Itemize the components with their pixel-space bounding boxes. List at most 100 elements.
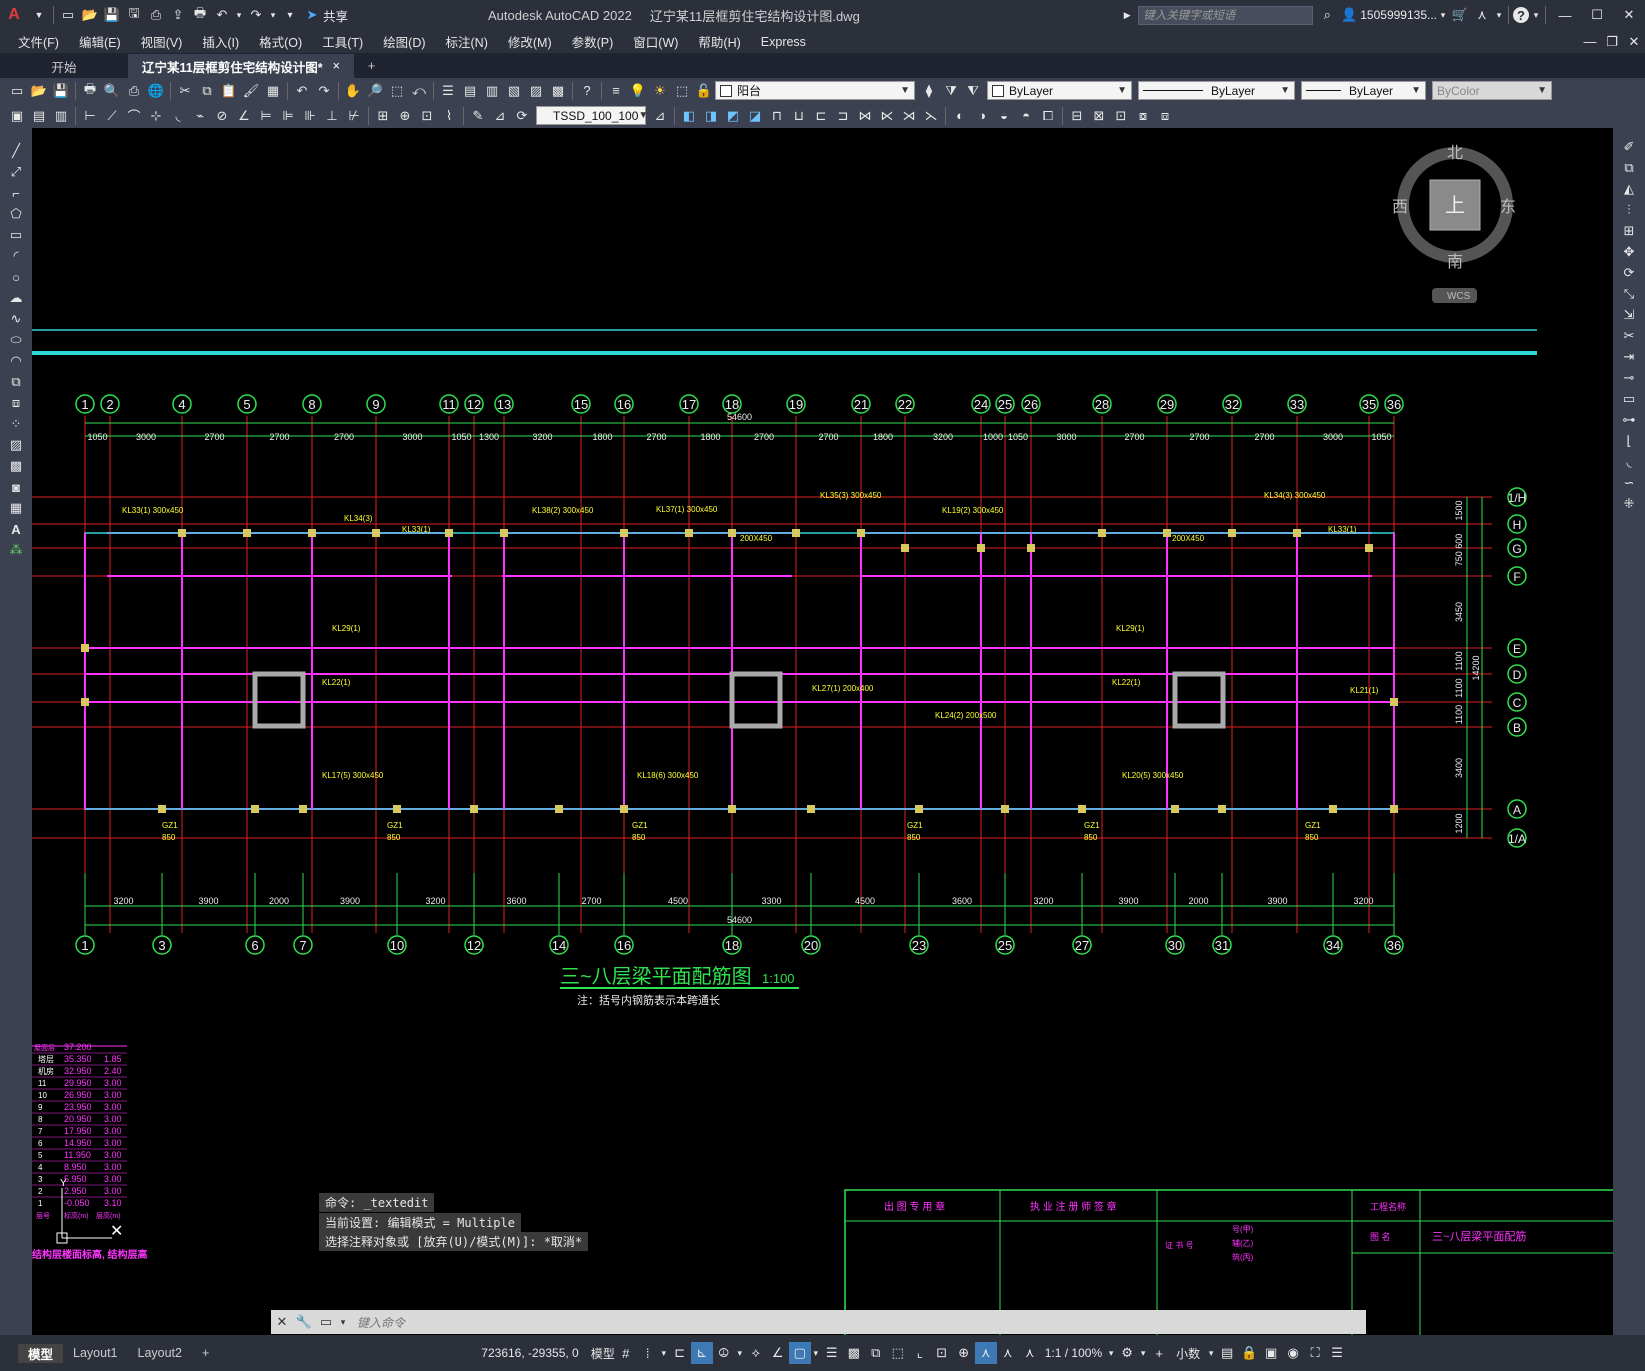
offset-icon[interactable]: ⫶: [1619, 201, 1639, 219]
tssd-18-icon[interactable]: ⊟: [1067, 107, 1087, 125]
tssd-15-icon[interactable]: ◒: [994, 107, 1014, 125]
tssd-14-icon[interactable]: ◑: [972, 107, 992, 125]
save-icon-2[interactable]: 💾: [51, 82, 71, 100]
break-icon[interactable]: ▭: [1619, 390, 1639, 408]
object-tracking-icon[interactable]: ∠: [767, 1342, 789, 1364]
dim-text-edit-icon[interactable]: ⊿: [490, 107, 510, 125]
hatch-icon[interactable]: ▨: [6, 436, 26, 454]
zoom-window-icon[interactable]: ⬚: [387, 82, 407, 100]
undo-icon[interactable]: ↶: [212, 6, 232, 24]
tssd-6-icon[interactable]: ⊔: [789, 107, 809, 125]
point-icon[interactable]: ⁘: [6, 415, 26, 433]
lock-icon[interactable]: 🔓: [694, 82, 714, 100]
explode-icon[interactable]: ⁜: [1619, 495, 1639, 513]
doc-close-icon[interactable]: ✕: [1624, 33, 1644, 51]
snap-icon[interactable]: ⁞: [637, 1342, 659, 1364]
cut-icon[interactable]: ✂: [175, 82, 195, 100]
linear-dim-icon[interactable]: ⊢: [80, 107, 100, 125]
menu-dimension[interactable]: 标注(N): [436, 32, 498, 51]
properties-icon[interactable]: ☰: [438, 82, 458, 100]
region-icon[interactable]: ◙: [6, 478, 26, 496]
quick-properties-icon[interactable]: ▤: [1216, 1342, 1238, 1364]
command-recent-icon[interactable]: ▭: [316, 1313, 336, 1331]
tab-close-icon[interactable]: ×: [333, 59, 340, 73]
chamfer-icon[interactable]: ⌊: [1619, 432, 1639, 450]
redo-icon-2[interactable]: ↷: [314, 82, 334, 100]
selection-cycling-icon[interactable]: ⧉: [865, 1342, 887, 1364]
add-icon[interactable]: +: [1148, 1342, 1170, 1364]
minimize-icon[interactable]: —: [1550, 6, 1580, 24]
tab-drawing[interactable]: 辽宁某11层框剪住宅结构设计图* ×: [128, 54, 354, 78]
doc-minimize-icon[interactable]: —: [1580, 33, 1600, 51]
clean-screen-icon[interactable]: ⛶: [1304, 1342, 1326, 1364]
scale-icon[interactable]: ⤡: [1619, 285, 1639, 303]
units-dropdown-icon[interactable]: ▾: [1206, 1342, 1216, 1364]
coordinates[interactable]: 723616, -29355, 0: [481, 1346, 578, 1360]
units-value[interactable]: 小数: [1176, 1345, 1200, 1362]
layout-tab-layout1[interactable]: Layout1: [63, 1346, 127, 1360]
add-layout-button[interactable]: +: [192, 1346, 219, 1360]
layer-states-icon[interactable]: ⧨: [963, 82, 983, 100]
share-label[interactable]: 共享: [323, 6, 348, 25]
osnap-icon[interactable]: ▢: [788, 1342, 811, 1364]
diameter-dim-icon[interactable]: ⊘: [212, 107, 232, 125]
menu-edit[interactable]: 编辑(E): [69, 32, 131, 51]
customize-status-icon[interactable]: ☰: [1326, 1342, 1348, 1364]
blend-icon[interactable]: ∽: [1619, 474, 1639, 492]
close-icon[interactable]: ✕: [1614, 6, 1644, 24]
layer-dropdown[interactable]: 阳台 ▼: [715, 81, 915, 100]
lightbulb-icon[interactable]: 💡: [628, 82, 648, 100]
tssd-7-icon[interactable]: ⊏: [811, 107, 831, 125]
print-icon[interactable]: 🖶: [190, 5, 210, 24]
tssd-10-icon[interactable]: ⋉: [877, 107, 897, 125]
snap-dropdown-icon[interactable]: ▾: [659, 1342, 669, 1364]
layer-previous-icon[interactable]: ⧩: [941, 82, 961, 100]
wcs-label[interactable]: WCS: [1447, 291, 1471, 302]
maximize-icon[interactable]: ☐: [1582, 6, 1612, 24]
tssd-19-icon[interactable]: ⊠: [1089, 107, 1109, 125]
annotation-scale-value[interactable]: 1:1 / 100%: [1045, 1346, 1102, 1360]
search-expand-icon[interactable]: ▶: [1117, 6, 1137, 24]
zoom-realtime-icon[interactable]: 🔎: [365, 82, 385, 100]
revision-cloud-icon[interactable]: ☁: [6, 289, 26, 307]
table-icon[interactable]: ▦: [6, 499, 26, 517]
baseline-dim-icon[interactable]: ⊫: [278, 107, 298, 125]
help-icon[interactable]: ?: [1513, 7, 1529, 23]
view-cube-west[interactable]: 西: [1392, 199, 1408, 216]
trim-icon[interactable]: ✂: [1619, 327, 1639, 345]
gizmo-icon[interactable]: ⊕: [953, 1342, 975, 1364]
plot-icon[interactable]: 🖶: [80, 81, 100, 100]
infer-constraints-icon[interactable]: ⊏: [669, 1342, 691, 1364]
save-as-icon[interactable]: 🖫: [124, 5, 144, 24]
tssd-16-icon[interactable]: ◓: [1016, 107, 1036, 125]
drawing-canvas[interactable]: 上 北 南 东 西 WCS 1 2 4 5 8 9 11 12 13 15 16 17 18 19 21 22…: [32, 128, 1613, 1335]
redo-dropdown-icon[interactable]: ▾: [268, 6, 278, 24]
lineweight-dropdown[interactable]: ByLayer ▼: [1301, 81, 1426, 100]
menu-draw[interactable]: 绘图(D): [373, 32, 435, 51]
calculator-icon[interactable]: ▩: [548, 82, 568, 100]
lineweight-toggle-icon[interactable]: ☰: [821, 1342, 843, 1364]
fillet-icon[interactable]: ◟: [1619, 453, 1639, 471]
view-cube-north[interactable]: 北: [1447, 144, 1463, 162]
tab-start[interactable]: 开始: [0, 54, 128, 78]
polyline-icon[interactable]: ⌐: [6, 184, 26, 202]
auto-scale-icon[interactable]: ⋏: [997, 1342, 1019, 1364]
tool-b-icon[interactable]: ▤: [29, 107, 49, 125]
tssd-20-icon[interactable]: ⊡: [1111, 107, 1131, 125]
space-dim-icon[interactable]: ⊥: [322, 107, 342, 125]
tssd-5-icon[interactable]: ⊓: [767, 107, 787, 125]
command-dropdown-icon[interactable]: ▾: [338, 1313, 348, 1331]
view-cube-top[interactable]: 上: [1445, 194, 1465, 217]
continue-dim-icon[interactable]: ⊪: [300, 107, 320, 125]
menu-insert[interactable]: 插入(I): [192, 32, 249, 51]
dim-update-icon[interactable]: ⟳: [512, 107, 532, 125]
ellipse-icon[interactable]: ⬭: [6, 331, 26, 349]
rectangle-icon[interactable]: ▭: [6, 226, 26, 244]
paste-icon[interactable]: 📋: [219, 82, 239, 100]
break-dim-icon[interactable]: ⊬: [344, 107, 364, 125]
polar-icon[interactable]: ⦹: [713, 1342, 735, 1364]
linetype-dropdown[interactable]: ByLayer ▼: [1138, 81, 1295, 100]
transparency-icon[interactable]: ▩: [843, 1342, 865, 1364]
preview-icon[interactable]: 🔍: [102, 82, 122, 100]
markup-icon[interactable]: ▨: [526, 82, 546, 100]
